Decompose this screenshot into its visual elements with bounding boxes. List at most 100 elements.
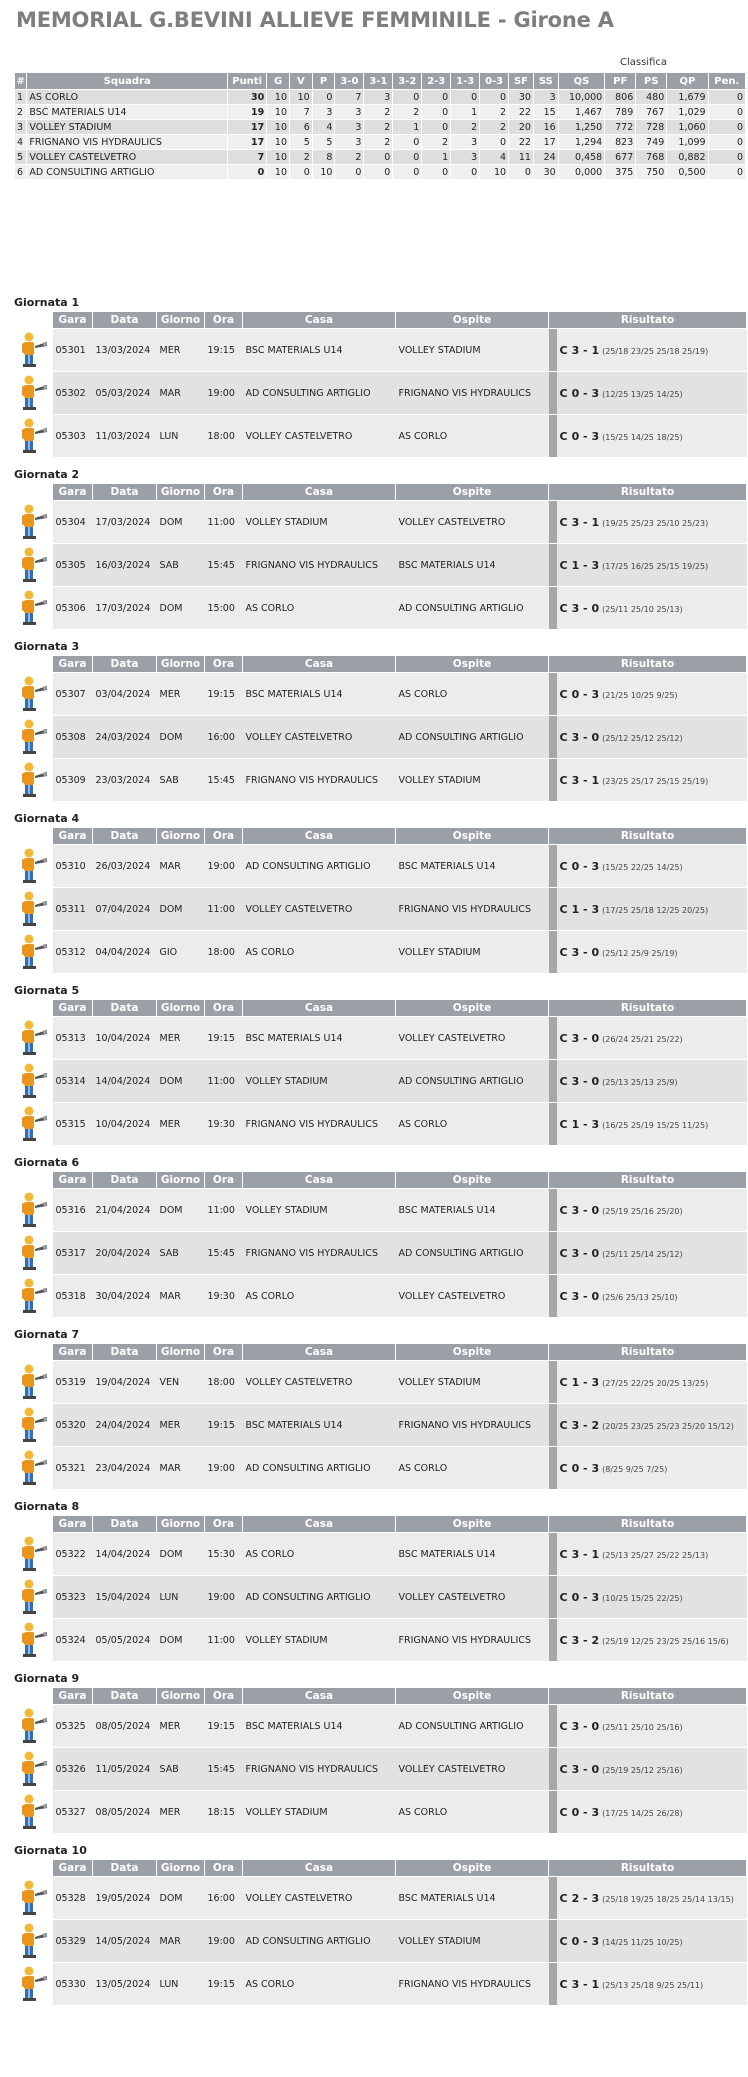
result-sets: (14/25 11/25 10/25): [602, 1937, 683, 1947]
referee-whistle-icon[interactable]: [14, 1532, 53, 1576]
referee-whistle-icon[interactable]: [14, 500, 53, 544]
game-data-cell: 04/04/2024: [92, 930, 157, 973]
referee-whistle-icon[interactable]: [14, 371, 53, 415]
referee-whistle-icon[interactable]: [14, 1360, 53, 1404]
referee-whistle-icon[interactable]: [14, 1575, 53, 1619]
standings-cell: 6: [289, 119, 313, 135]
referee-whistle-icon[interactable]: [14, 1790, 53, 1833]
standings-row: 2 BSC MATERIALS U14 19 10 7 3 3 2 2 0 1 2 22 15 1,467 7…: [13, 104, 747, 120]
standings-cell: 0: [334, 164, 365, 180]
standings-cell: 728: [635, 119, 668, 135]
standings-cell: 0: [363, 164, 394, 180]
game-gara-cell: 05315: [52, 1102, 93, 1145]
game-ospite-cell: VOLLEY CASTELVETRO: [395, 1747, 549, 1791]
standings-cell: 10: [266, 149, 290, 165]
result-flag: C: [559, 1762, 568, 1776]
game-ospite-cell: VOLLEY STADIUM: [395, 930, 549, 973]
game-gara-cell: 05306: [52, 586, 93, 629]
game-data-cell: 26/03/2024: [92, 844, 157, 888]
referee-whistle-icon[interactable]: [14, 1704, 53, 1748]
result-separator: [548, 1403, 557, 1447]
games-header-cell: Risultato: [547, 1859, 748, 1877]
round-games-table: Gara Data Giorno Ora Casa Ospite Risultato 0530…: [14, 311, 748, 457]
game-casa-cell: VOLLEY STADIUM: [242, 1790, 396, 1833]
standings-header-cell: 2-3: [421, 72, 452, 90]
standings-row: 6 AD CONSULTING ARTIGLIO 0 10 0 10 0 0 0 0 0 10 0 30 0…: [13, 164, 747, 180]
team-name-cell: VOLLEY STADIUM: [26, 119, 228, 135]
referee-whistle-icon[interactable]: [14, 1919, 53, 1963]
games-header-cell: Data: [92, 1859, 157, 1877]
icon-header: [14, 655, 53, 673]
standings-header-cell: 3-2: [392, 72, 423, 90]
standings-cell: 5: [13, 149, 28, 165]
referee-whistle-icon[interactable]: [14, 672, 53, 716]
referee-whistle-icon[interactable]: [14, 328, 53, 372]
referee-whistle-icon[interactable]: [14, 1274, 53, 1317]
game-ora-cell: 19:15: [204, 328, 243, 372]
game-result-cell: C3 - 2 (20/25 23/25 25/23 25/20 15/12): [556, 1403, 747, 1447]
referee-whistle-icon[interactable]: [14, 1446, 53, 1489]
referee-whistle-icon[interactable]: [14, 758, 53, 801]
game-row: 05315 10/04/2024 MER 19:30 FRIGNANO VIS HYDR…: [14, 1102, 747, 1145]
standings-cell: 0,882: [666, 149, 709, 165]
round-games-table: Gara Data Giorno Ora Casa Ospite Risultato 0532…: [14, 1859, 748, 2005]
game-data-cell: 11/03/2024: [92, 414, 157, 457]
standings-cell: 0: [392, 89, 423, 105]
game-casa-cell: FRIGNANO VIS HYDRAULICS: [242, 1747, 396, 1791]
result-sets: (25/11 25/14 25/12): [602, 1249, 683, 1259]
game-giorno-cell: DOM: [156, 1188, 205, 1232]
game-ospite-cell: AS CORLO: [395, 1102, 549, 1145]
games-header-cell: Casa: [242, 999, 396, 1017]
game-giorno-cell: MER: [156, 672, 205, 716]
standings-cell: 1,467: [557, 104, 606, 120]
game-gara-cell: 05302: [52, 371, 93, 415]
result-flag: C: [559, 1375, 568, 1389]
result-sets: (15/25 22/25 14/25): [602, 862, 683, 872]
game-giorno-cell: LUN: [156, 414, 205, 457]
result-flag: C: [559, 515, 568, 529]
standings-cell: 6: [13, 164, 28, 180]
game-data-cell: 14/04/2024: [92, 1059, 157, 1103]
standings-cell: 0: [450, 89, 481, 105]
referee-whistle-icon[interactable]: [14, 844, 53, 888]
result-score: 1 - 3: [571, 558, 600, 572]
result-sets: (25/11 25/10 25/13): [602, 604, 683, 614]
game-row: 05314 14/04/2024 DOM 11:00 VOLLEY STADIUM AD …: [14, 1059, 747, 1103]
game-ospite-cell: AS CORLO: [395, 414, 549, 457]
standings-header-cell: Pen.: [707, 72, 747, 90]
referee-whistle-icon[interactable]: [14, 1059, 53, 1103]
referee-whistle-icon[interactable]: [14, 1016, 53, 1060]
referee-whistle-icon[interactable]: [14, 930, 53, 973]
result-sets: (25/13 25/13 25/9): [602, 1077, 678, 1087]
game-gara-cell: 05312: [52, 930, 93, 973]
referee-whistle-icon[interactable]: [14, 1618, 53, 1661]
game-data-cell: 08/05/2024: [92, 1790, 157, 1833]
standings-cell: 767: [635, 104, 668, 120]
game-row: 05310 26/03/2024 MAR 19:00 AD CONSULTING ART…: [14, 844, 747, 888]
referee-whistle-icon[interactable]: [14, 414, 53, 457]
round-spacer: [14, 1489, 748, 1498]
game-casa-cell: VOLLEY STADIUM: [242, 1059, 396, 1103]
standings-cell: 750: [635, 164, 668, 180]
round-title: Giornata 1: [14, 296, 80, 309]
standings-cell: 4: [479, 149, 510, 165]
referee-whistle-icon[interactable]: [14, 887, 53, 931]
game-giorno-cell: MER: [156, 1102, 205, 1145]
referee-whistle-icon[interactable]: [14, 1102, 53, 1145]
referee-whistle-icon[interactable]: [14, 1962, 53, 2005]
games-header-cell: Risultato: [547, 1171, 748, 1189]
referee-whistle-icon[interactable]: [14, 586, 53, 629]
referee-whistle-icon[interactable]: [14, 1403, 53, 1447]
result-separator: [548, 1704, 557, 1748]
referee-whistle-icon[interactable]: [14, 1188, 53, 1232]
result-sets: (12/25 13/25 14/25): [602, 389, 683, 399]
referee-whistle-icon[interactable]: [14, 1747, 53, 1791]
referee-whistle-icon[interactable]: [14, 1876, 53, 1920]
referee-whistle-icon[interactable]: [14, 1231, 53, 1275]
referee-whistle-icon[interactable]: [14, 543, 53, 587]
standings-cell: 0: [707, 89, 747, 105]
game-casa-cell: FRIGNANO VIS HYDRAULICS: [242, 1102, 396, 1145]
referee-whistle-icon[interactable]: [14, 715, 53, 759]
standings-cell: 0: [479, 134, 510, 150]
standings-cell: 22: [508, 134, 534, 150]
